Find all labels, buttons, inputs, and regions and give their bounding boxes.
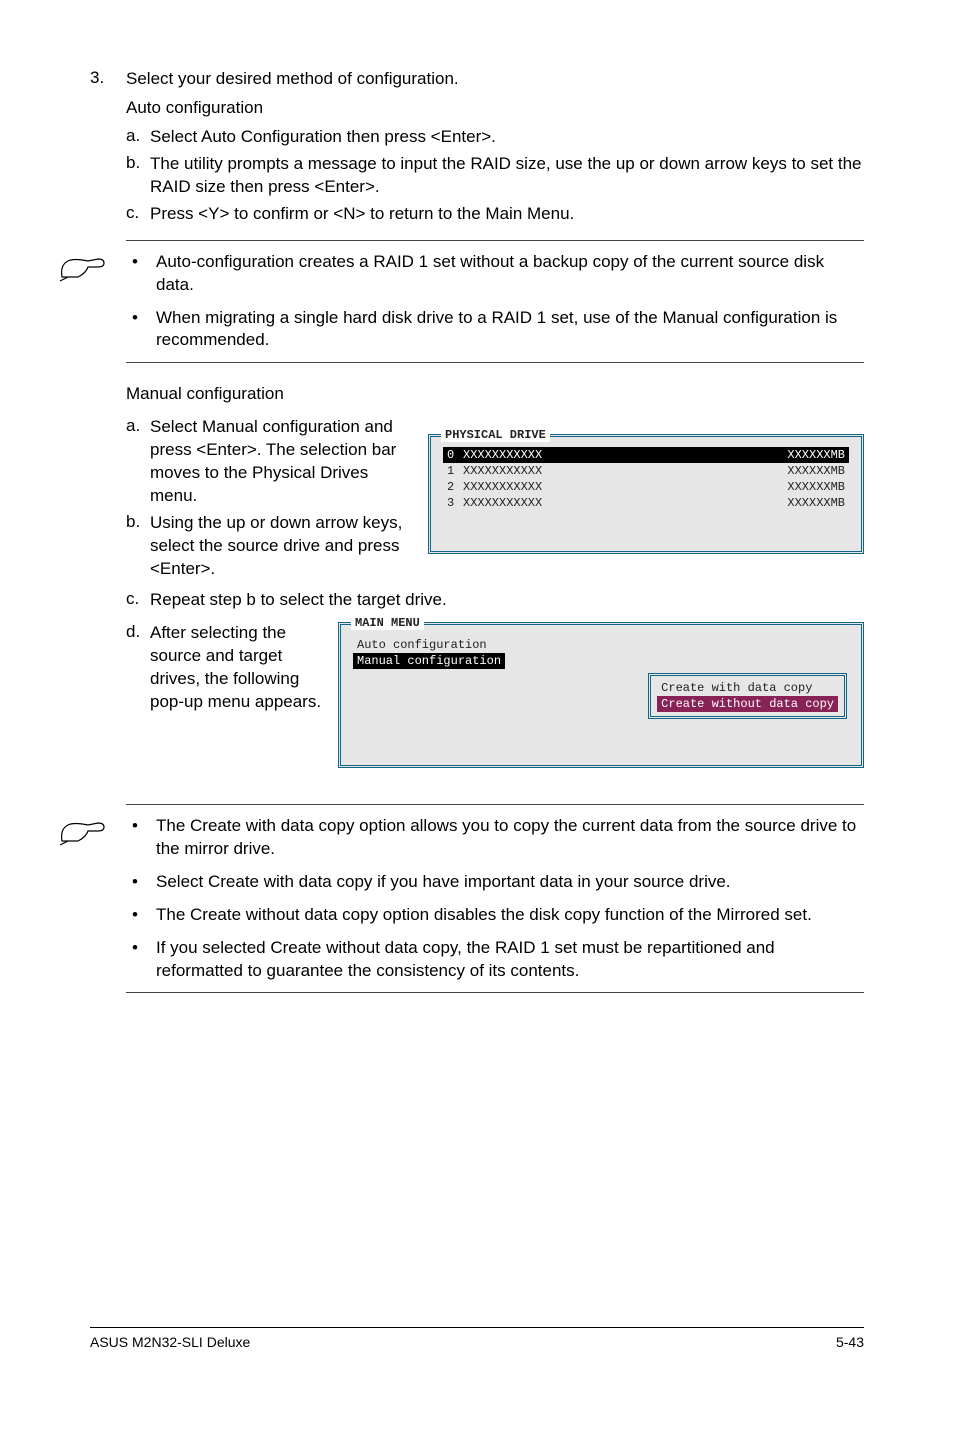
letter-a: a. [126, 126, 150, 149]
footer-left: ASUS M2N32-SLI Deluxe [90, 1334, 250, 1350]
letter-c: c. [126, 589, 150, 612]
manual-a-text: Select Manual configuration and press <E… [150, 416, 416, 508]
letter-a: a. [126, 416, 150, 508]
note1-bullet-2: • When migrating a single hard disk driv… [132, 307, 858, 353]
bullet-dot: • [132, 307, 156, 353]
submenu-with-copy: Create with data copy [657, 680, 838, 696]
bullet-dot: • [132, 251, 156, 297]
hand-pointer-icon [58, 247, 108, 283]
letter-b: b. [126, 512, 150, 581]
note2-text-2: Select Create with data copy if you have… [156, 871, 731, 894]
note2-text-3: The Create without data copy option disa… [156, 904, 812, 927]
manual-item-c: c. Repeat step b to select the target dr… [126, 589, 864, 612]
bullet-dot: • [132, 904, 156, 927]
letter-b: b. [126, 153, 150, 199]
auto-item-c: c. Press <Y> to confirm or <N> to return… [126, 203, 864, 226]
note2-bullet-2: • Select Create with data copy if you ha… [132, 871, 858, 894]
note-box-1: • Auto-configuration creates a RAID 1 se… [126, 240, 864, 364]
note2-bullet-1: • The Create with data copy option allow… [132, 815, 858, 861]
drive-row-2: 2 XXXXXXXXXXX XXXXXXMB [443, 479, 849, 495]
submenu: Create with data copy Create without dat… [648, 673, 847, 719]
letter-c: c. [126, 203, 150, 226]
manual-c-text: Repeat step b to select the target drive… [150, 589, 447, 612]
manual-b-text: Using the up or down arrow keys, select … [150, 512, 416, 581]
auto-c-text: Press <Y> to confirm or <N> to return to… [150, 203, 574, 226]
manual-item-b: b. Using the up or down arrow keys, sele… [126, 512, 416, 581]
auto-config-label: Auto configuration [126, 97, 459, 120]
auto-b-text: The utility prompts a message to input t… [150, 153, 864, 199]
main-menu-panel: MAIN MENU Auto configuration Manual conf… [338, 622, 864, 768]
bullet-dot: • [132, 937, 156, 983]
manual-heading: Manual configuration [126, 383, 864, 406]
bullet-dot: • [132, 815, 156, 861]
note-box-2: • The Create with data copy option allow… [126, 804, 864, 994]
letter-d: d. [126, 622, 150, 714]
footer-right: 5-43 [836, 1334, 864, 1350]
note2-text-4: If you selected Create without data copy… [156, 937, 858, 983]
hand-pointer-icon [58, 811, 108, 847]
menu-auto-config: Auto configuration [353, 637, 849, 653]
manual-item-d: d. After selecting the source and target… [126, 622, 326, 714]
note1-bullet-1: • Auto-configuration creates a RAID 1 se… [132, 251, 858, 297]
note1-text-2: When migrating a single hard disk drive … [156, 307, 858, 353]
drive-row-1: 1 XXXXXXXXXXX XXXXXXMB [443, 463, 849, 479]
step-number: 3. [90, 68, 126, 120]
note2-bullet-4: • If you selected Create without data co… [132, 937, 858, 983]
auto-a-text: Select Auto Configuration then press <En… [150, 126, 496, 149]
auto-item-a: a. Select Auto Configuration then press … [126, 126, 864, 149]
step-main-text: Select your desired method of configurat… [126, 68, 459, 91]
submenu-without-copy: Create without data copy [657, 696, 838, 712]
drive-row-0: 0 XXXXXXXXXXX XXXXXXMB [443, 447, 849, 463]
physical-drive-panel: PHYSICAL DRIVE 0 XXXXXXXXXXX XXXXXXMB 1 … [428, 434, 864, 585]
step-3-line: 3. Select your desired method of configu… [90, 68, 864, 120]
auto-item-b: b. The utility prompts a message to inpu… [126, 153, 864, 199]
drive-row-3: 3 XXXXXXXXXXX XXXXXXMB [443, 495, 849, 511]
page-footer: ASUS M2N32-SLI Deluxe 5-43 [90, 1327, 864, 1350]
manual-d-text: After selecting the source and target dr… [150, 622, 326, 714]
bullet-dot: • [132, 871, 156, 894]
manual-item-a: a. Select Manual configuration and press… [126, 416, 416, 508]
note2-text-1: The Create with data copy option allows … [156, 815, 858, 861]
menu-manual-config: Manual configuration [353, 653, 505, 669]
phys-panel-title: PHYSICAL DRIVE [441, 428, 550, 442]
note1-text-1: Auto-configuration creates a RAID 1 set … [156, 251, 858, 297]
note2-bullet-3: • The Create without data copy option di… [132, 904, 858, 927]
